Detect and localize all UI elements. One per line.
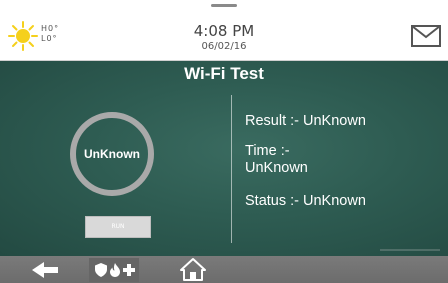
wifi-test-panel: Wi-Fi Test UnKnown RUN Result :- UnKnown… — [0, 61, 448, 256]
status-header: H0° L0° 4:08 PM 06/02/16 — [0, 0, 448, 61]
sun-icon — [8, 21, 38, 51]
current-date: 06/02/16 — [201, 41, 247, 52]
bottom-nav-bar — [0, 256, 448, 283]
emergency-button[interactable] — [89, 258, 139, 282]
scroll-indicator — [380, 249, 440, 251]
status-text: Status :- UnKnown — [245, 193, 366, 209]
envelope-icon[interactable] — [411, 25, 441, 47]
high-temperature: H0° — [41, 24, 60, 33]
ring-status-label: UnKnown — [84, 147, 140, 161]
temperature-readout: H0° L0° — [41, 24, 59, 44]
result-text: Result :- UnKnown — [245, 113, 366, 129]
wifi-test-screen: H0° L0° 4:08 PM 06/02/16 Wi-Fi Test UnKn… — [0, 0, 448, 283]
current-time: 4:08 PM — [193, 22, 255, 40]
plus-icon — [123, 264, 135, 276]
low-temperature: L0° — [41, 34, 58, 43]
time-label: Time :- — [245, 143, 290, 159]
arrow-left-icon[interactable] — [30, 260, 60, 280]
time-value: UnKnown — [245, 160, 308, 176]
flame-icon — [110, 263, 120, 277]
pull-down-handle[interactable] — [211, 4, 237, 7]
house-icon[interactable] — [180, 257, 206, 281]
run-button[interactable]: RUN — [85, 216, 151, 238]
clock: 4:08 PM 06/02/16 — [160, 22, 288, 53]
vertical-divider — [231, 95, 232, 243]
page-title: Wi-Fi Test — [184, 64, 264, 83]
shield-icon — [95, 263, 107, 277]
time-text: Time :- UnKnown — [245, 143, 365, 177]
weather-widget[interactable]: H0° L0° — [7, 20, 87, 52]
